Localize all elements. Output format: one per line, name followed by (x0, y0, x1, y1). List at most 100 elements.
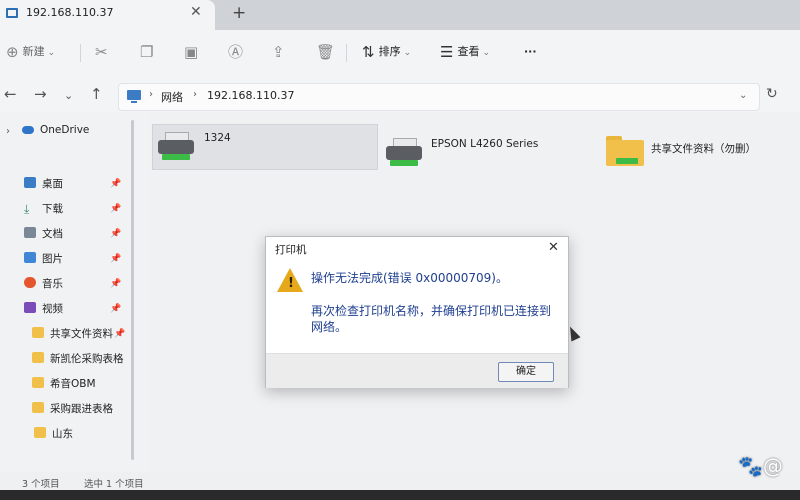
pin-icon[interactable]: 📌 (110, 179, 121, 189)
sort-icon: ⇅ (362, 43, 375, 61)
cut-button[interactable]: ✂ (95, 40, 112, 64)
pin-icon[interactable]: 📌 (110, 204, 121, 214)
tab-title: 192.168.110.37 (26, 6, 114, 19)
toolbar-divider (346, 44, 347, 62)
file-name[interactable]: 共享文件资料（勿删） (651, 141, 756, 156)
sidebar-item-onedrive[interactable]: OneDrive (22, 124, 89, 142)
sidebar-item-label: 希音OBM (50, 378, 96, 390)
rename-icon: Ⓐ (228, 43, 244, 61)
folder-icon (32, 327, 44, 338)
trash-icon: 🗑 (316, 43, 336, 61)
sidebar-item-purchase-tracking[interactable]: 采购跟进表格 (32, 401, 113, 419)
computer-icon (127, 90, 141, 103)
command-bar: ⊕ 新建 ⌄ ✂ ❐ ▣ Ⓐ ⇪ 🗑 ⇅ 排序 ⌄ ☰ 查看 ⌄ ··· (0, 30, 800, 83)
chevron-down-icon: ⌄ (47, 48, 56, 58)
address-dropdown-icon[interactable]: ⌄ (739, 90, 747, 101)
scissors-icon: ✂ (95, 43, 108, 61)
pin-icon[interactable]: 📌 (110, 304, 121, 314)
view-icon: ☰ (440, 43, 454, 61)
sidebar-item-shein-obm[interactable]: 希音OBM (32, 376, 96, 394)
dialog-message: 操作无法完成(错误 0x00000709)。 (311, 271, 508, 285)
error-dialog: 打印机 ✕ ! 操作无法完成(错误 0x00000709)。 再次检查打印机名称… (265, 236, 569, 388)
copy-icon: ❐ (140, 43, 154, 61)
refresh-icon[interactable]: ↻ (766, 86, 778, 102)
dialog-footer: 确定 (266, 353, 568, 388)
sort-button[interactable]: ⇅ 排序 ⌄ (362, 40, 411, 64)
sidebar-item-label: 图片 (42, 253, 63, 265)
sidebar-item-label: 采购跟进表格 (50, 403, 113, 415)
file-name[interactable]: EPSON L4260 Series (431, 138, 538, 150)
clipboard-icon: ▣ (184, 43, 199, 61)
sidebar-item-label: 桌面 (42, 178, 63, 190)
up-arrow-icon[interactable]: ↑ (90, 85, 103, 103)
dialog-hint: 再次检查打印机名称，并确保打印机已连接到网络。 (311, 304, 552, 334)
sidebar-item-label: 文档 (42, 228, 63, 240)
shared-folder-icon (606, 136, 644, 166)
sidebar-item-documents[interactable]: 文档 (24, 226, 63, 244)
breadcrumb-chevron-icon: › (149, 89, 153, 100)
new-label: 新建 (22, 45, 45, 58)
breadcrumb-host[interactable]: 192.168.110.37 (207, 89, 294, 102)
sidebar-item-procurement-forms[interactable]: 新凯伦采购表格 (32, 351, 124, 369)
sidebar-item-label: OneDrive (40, 124, 90, 136)
expand-chevron-icon[interactable]: › (6, 126, 10, 137)
sidebar-item-music[interactable]: 音乐 (24, 276, 63, 294)
pin-icon[interactable]: 📌 (114, 329, 125, 339)
share-button[interactable]: ⇪ (272, 40, 289, 64)
printer-icon (384, 138, 424, 170)
sidebar-item-videos[interactable]: 视频 (24, 301, 63, 319)
printer-icon (156, 132, 196, 164)
folder-icon (32, 402, 44, 413)
chevron-down-icon: ⌄ (482, 48, 490, 58)
sidebar-item-downloads[interactable]: ⤓ 下载 (24, 201, 63, 219)
new-button[interactable]: ⊕ 新建 ⌄ (6, 40, 55, 64)
view-label: 查看 (457, 45, 480, 58)
selection-count: 选中 1 个项目 (84, 479, 144, 490)
recent-chevron-icon[interactable]: ⌄ (64, 89, 73, 102)
breadcrumb-network[interactable]: 网络 (161, 89, 183, 105)
file-name[interactable]: 1324 (204, 132, 231, 144)
document-icon (24, 227, 36, 238)
item-count: 3 个项目 (22, 479, 60, 490)
back-arrow-icon[interactable]: ← (4, 85, 17, 103)
ok-button[interactable]: 确定 (498, 362, 554, 382)
music-icon (24, 277, 36, 288)
explorer-window: 192.168.110.37 ✕ + ⊕ 新建 ⌄ ✂ ❐ ▣ Ⓐ ⇪ 🗑 ⇅ 排序 ⌄… (0, 0, 800, 500)
folder-icon (32, 352, 44, 363)
close-tab-icon[interactable]: ✕ (190, 4, 202, 20)
delete-button[interactable]: 🗑 (316, 40, 339, 64)
sidebar-item-pictures[interactable]: 图片 (24, 251, 63, 269)
sidebar-item-label: 新凯伦采购表格 (50, 353, 124, 365)
sidebar-scrollbar[interactable] (131, 120, 134, 460)
forward-arrow-icon[interactable]: → (34, 85, 47, 103)
view-button[interactable]: ☰ 查看 ⌄ (440, 40, 490, 64)
desktop-icon (24, 177, 36, 188)
close-icon[interactable]: ✕ (548, 240, 559, 255)
sidebar-item-shared-folder[interactable]: 共享文件资料 (32, 326, 113, 344)
plus-circle-icon: ⊕ (6, 43, 19, 61)
rename-button[interactable]: Ⓐ (228, 40, 247, 64)
dialog-title: 打印机 (275, 244, 307, 256)
breadcrumb-chevron-icon: › (193, 89, 197, 100)
sidebar-item-shandong[interactable]: 山东 (34, 426, 73, 444)
tab-network-host[interactable]: 192.168.110.37 ✕ (0, 0, 215, 30)
cloud-icon (22, 126, 34, 134)
sidebar-item-label: 音乐 (42, 278, 63, 290)
copy-button[interactable]: ❐ (140, 40, 157, 64)
sidebar-item-label: 共享文件资料 (50, 328, 113, 340)
sidebar-item-label: 视频 (42, 303, 63, 315)
paste-button[interactable]: ▣ (184, 40, 202, 64)
monitor-bezel (0, 490, 800, 500)
video-icon (24, 302, 36, 313)
sidebar-item-desktop[interactable]: 桌面 (24, 176, 63, 194)
pin-icon[interactable]: 📌 (110, 229, 121, 239)
address-bar[interactable]: › 网络 › 192.168.110.37 ⌄ (118, 83, 760, 111)
monitor-icon (6, 8, 18, 18)
pin-icon[interactable]: 📌 (110, 254, 121, 264)
more-button[interactable]: ··· (524, 40, 537, 64)
sidebar-item-label: 下载 (42, 203, 63, 215)
navigation-row: ← → ⌄ ↑ › 网络 › 192.168.110.37 ⌄ (0, 82, 800, 112)
new-tab-button[interactable]: + (232, 3, 246, 23)
warning-mark: ! (288, 276, 294, 291)
pin-icon[interactable]: 📌 (110, 279, 121, 289)
